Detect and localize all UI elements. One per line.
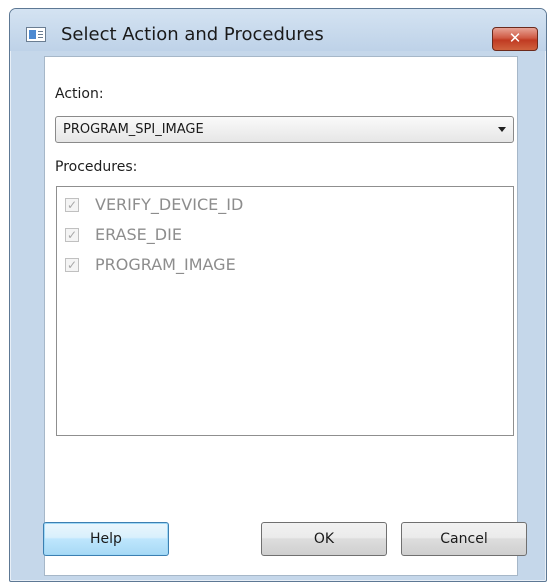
app-icon — [26, 27, 46, 42]
procedures-label: Procedures: — [55, 159, 138, 175]
procedure-label: PROGRAM_IMAGE — [95, 255, 236, 274]
help-button[interactable]: Help — [43, 522, 169, 556]
chevron-down-icon — [498, 127, 506, 132]
action-dropdown[interactable]: PROGRAM_SPI_IMAGE — [55, 116, 514, 143]
dialog-title: Select Action and Procedures — [61, 24, 324, 45]
check-icon[interactable]: ✓ — [65, 228, 79, 242]
action-dropdown-value: PROGRAM_SPI_IMAGE — [63, 122, 204, 137]
procedures-list[interactable]: ✓ VERIFY_DEVICE_ID ✓ ERASE_DIE ✓ PROGRAM… — [56, 186, 514, 436]
title-bar[interactable]: Select Action and Procedures ✕ — [10, 9, 546, 51]
check-icon[interactable]: ✓ — [65, 258, 79, 272]
procedure-label: ERASE_DIE — [95, 225, 182, 244]
close-icon: ✕ — [508, 29, 522, 47]
close-button[interactable]: ✕ — [492, 27, 538, 51]
action-label: Action: — [55, 86, 104, 102]
cancel-button[interactable]: Cancel — [401, 522, 527, 556]
check-icon[interactable]: ✓ — [65, 198, 79, 212]
procedure-label: VERIFY_DEVICE_ID — [95, 195, 244, 214]
ok-button[interactable]: OK — [261, 522, 387, 556]
